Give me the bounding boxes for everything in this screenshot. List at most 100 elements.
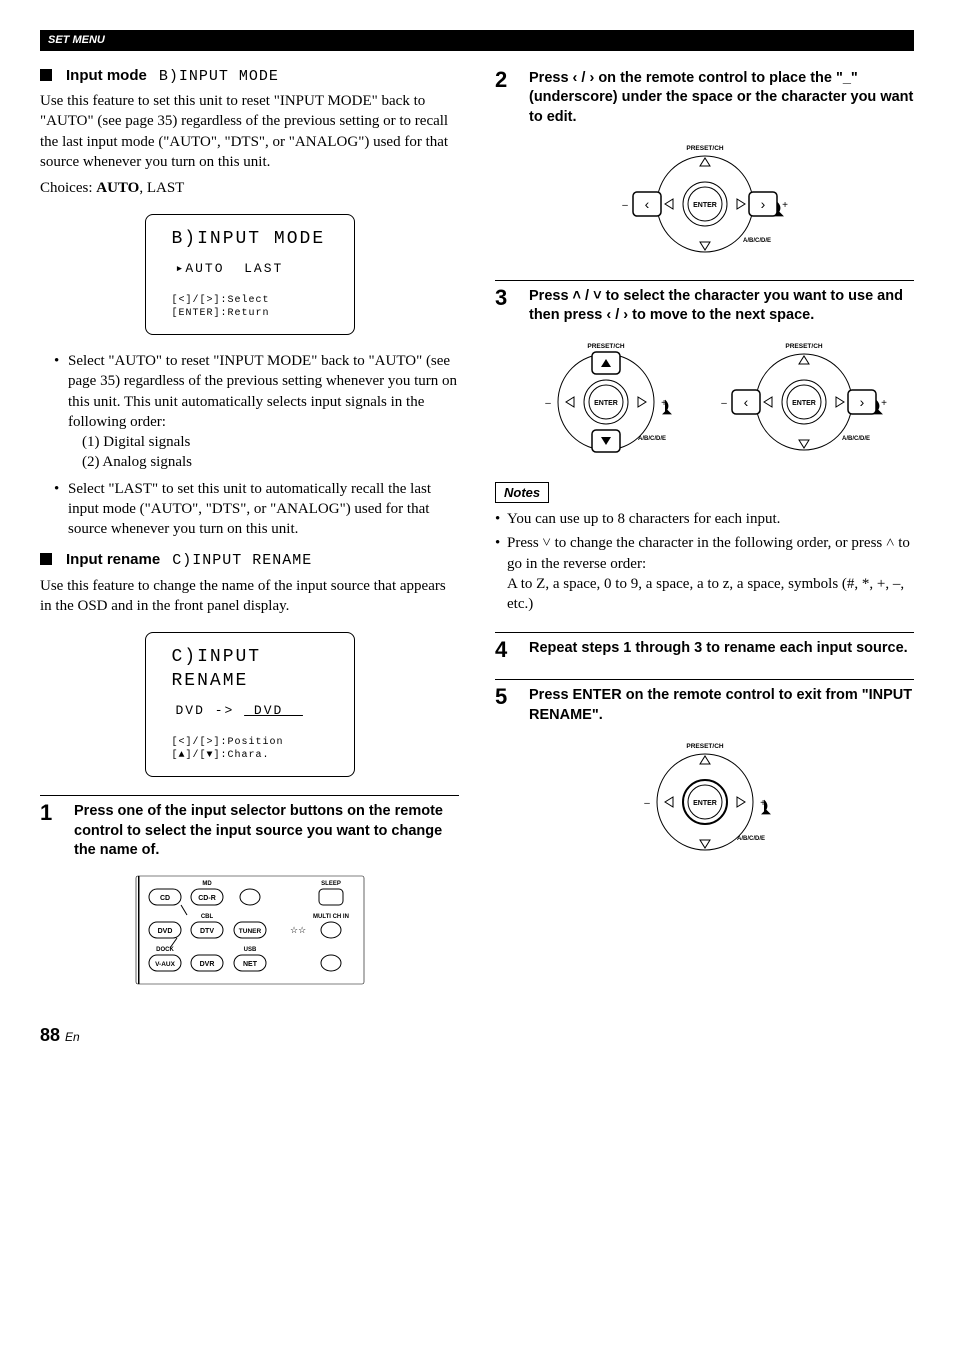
remote-selector-diagram: MD CBL DOCK USB SLEEP MULTI CH IN CD CD-… [135, 875, 365, 985]
button-tuner[interactable]: TUNER [234, 922, 266, 938]
svg-text:PRESET/CH: PRESET/CH [686, 145, 724, 152]
button-dvd[interactable]: DVD [149, 922, 181, 938]
svg-text:ENTER: ENTER [792, 400, 816, 407]
button-dvr[interactable]: DVR [191, 955, 223, 971]
osd-title: C)INPUT RENAME [172, 645, 342, 694]
input-mode-heading: Input mode B)INPUT MODE [40, 65, 459, 87]
input-rename-desc: Use this feature to change the name of t… [40, 576, 459, 617]
page: SET MENU Input mode B)INPUT MODE Use thi… [0, 0, 954, 1087]
arrows-up-down-icon: ˄ / ˅ [573, 288, 602, 304]
step-2-num: 2 [495, 69, 515, 91]
step-rule [495, 679, 914, 680]
arrows-left-right-icon: ‹ / › [573, 70, 595, 86]
button-blank-2[interactable] [321, 955, 341, 971]
svg-text:›: › [760, 196, 765, 212]
svg-text:ENTER: ENTER [693, 202, 717, 209]
right-column: 2 Press ‹ / › on the remote control to p… [495, 65, 914, 993]
svg-text:TUNER: TUNER [238, 928, 261, 935]
bullet-last: Select "LAST" to set this unit to automa… [54, 479, 459, 540]
star-icon: ☆☆ [290, 925, 306, 935]
svg-text:–: – [644, 798, 650, 809]
step-4-num: 4 [495, 639, 515, 661]
button-vaux[interactable]: V-AUX [149, 955, 181, 971]
step-3-num: 3 [495, 287, 515, 309]
osd-line1: DVD -> DVD [176, 702, 342, 720]
input-rename-label: Input rename [66, 551, 160, 568]
step-rule [495, 632, 914, 633]
choices-auto: AUTO [96, 180, 139, 196]
label-sleep: SLEEP [321, 881, 341, 887]
svg-text:‹: ‹ [743, 394, 748, 410]
button-multi[interactable] [321, 922, 341, 938]
dpad-pair: PRESET/CH ENTER – + A/B/C/D/E [495, 340, 914, 460]
step-4-text: Repeat steps 1 through 3 to rename each … [529, 639, 908, 659]
dpad-leftright-diagram: PRESET/CH ENTER ‹ › – + A/B/C/D/E [714, 340, 894, 460]
input-rename-heading: Input rename C)INPUT RENAME [40, 549, 459, 571]
svg-text:‹: ‹ [644, 196, 649, 212]
svg-text:–: – [721, 398, 727, 409]
button-sleep[interactable] [319, 889, 343, 905]
note-2-line2: A to Z, a space, 0 to 9, a space, a to z… [507, 576, 904, 612]
input-mode-choices: Choices: AUTO, LAST [40, 178, 459, 198]
svg-text:PRESET/CH: PRESET/CH [785, 343, 823, 350]
button-blank-1[interactable] [240, 889, 260, 905]
svg-text:DVR: DVR [199, 961, 214, 968]
page-num-lang: En [65, 1030, 80, 1044]
input-mode-label: Input mode [66, 67, 147, 84]
svg-text:DTV: DTV [200, 928, 214, 935]
step-4: 4 Repeat steps 1 through 3 to rename eac… [495, 639, 914, 661]
page-num-value: 88 [40, 1025, 60, 1045]
step-2-text: Press ‹ / › on the remote control to pla… [529, 69, 914, 128]
osd-line1: ▸AUTO LAST [176, 260, 342, 278]
svg-text:+: + [881, 398, 887, 409]
svg-text:PRESET/CH: PRESET/CH [686, 743, 724, 750]
svg-text:A/B/C/D/E: A/B/C/D/E [842, 436, 870, 442]
svg-text:V-AUX: V-AUX [155, 961, 176, 968]
button-cdr[interactable]: CD-R [191, 889, 223, 905]
note-2: Press ˅ to change the character in the f… [495, 533, 914, 614]
arrows-left-right-icon: ‹ / › [606, 307, 628, 323]
left-column: Input mode B)INPUT MODE Use this feature… [40, 65, 459, 993]
dpad-diagram: PRESET/CH ENTER ‹ › – + A/B/C/D/E [615, 142, 795, 262]
svg-text:A/B/C/D/E: A/B/C/D/E [737, 836, 765, 842]
svg-text:+: + [782, 200, 788, 211]
bullet-square-icon [40, 69, 52, 81]
bullet-auto-text: Select "AUTO" to reset "INPUT MODE" back… [68, 353, 457, 430]
svg-text:CD-R: CD-R [198, 895, 216, 902]
step-5: 5 Press ENTER on the remote control to e… [495, 686, 914, 725]
svg-text:–: – [622, 200, 628, 211]
step-5-text: Press ENTER on the remote control to exi… [529, 686, 914, 725]
page-number: 88 En [40, 1023, 914, 1047]
svg-text:ENTER: ENTER [693, 800, 717, 807]
label-usb: USB [243, 947, 256, 953]
input-rename-osd-code: C)INPUT RENAME [172, 552, 312, 569]
osd-box-input-mode: B)INPUT MODE ▸AUTO LAST [<]/[>]:Select [… [145, 214, 355, 335]
step-1-num: 1 [40, 802, 60, 824]
order-1: (1) Digital signals [68, 432, 459, 452]
svg-text:DVD: DVD [157, 928, 172, 935]
bullet-square-icon [40, 553, 52, 565]
button-cd[interactable]: CD [149, 889, 181, 905]
section-header: SET MENU [40, 30, 914, 51]
step-1: 1 Press one of the input selector button… [40, 802, 459, 861]
osd-hints: [<]/[>]:Select [ENTER]:Return [172, 295, 342, 320]
step-1-text: Press one of the input selector buttons … [74, 802, 459, 861]
choices-rest: , LAST [139, 180, 184, 196]
step-rule [40, 795, 459, 796]
step-rule [495, 280, 914, 281]
svg-text:CD: CD [159, 895, 169, 902]
note-1: You can use up to 8 characters for each … [495, 509, 914, 529]
svg-text:A/B/C/D/E: A/B/C/D/E [638, 436, 666, 442]
svg-text:–: – [545, 398, 551, 409]
label-dock: DOCK [156, 947, 174, 953]
svg-text:A/B/C/D/E: A/B/C/D/E [743, 238, 771, 244]
button-dtv[interactable]: DTV [191, 922, 223, 938]
osd-box-input-rename: C)INPUT RENAME DVD -> DVD [<]/[>]:Positi… [145, 632, 355, 777]
step-5-num: 5 [495, 686, 515, 708]
button-net[interactable]: NET [234, 955, 266, 971]
step-3: 3 Press ˄ / ˅ to select the character yo… [495, 287, 914, 326]
svg-text:NET: NET [243, 961, 258, 968]
step-3-text: Press ˄ / ˅ to select the character you … [529, 287, 914, 326]
choices-label: Choices: [40, 180, 96, 196]
bullet-auto: Select "AUTO" to reset "INPUT MODE" back… [54, 351, 459, 473]
